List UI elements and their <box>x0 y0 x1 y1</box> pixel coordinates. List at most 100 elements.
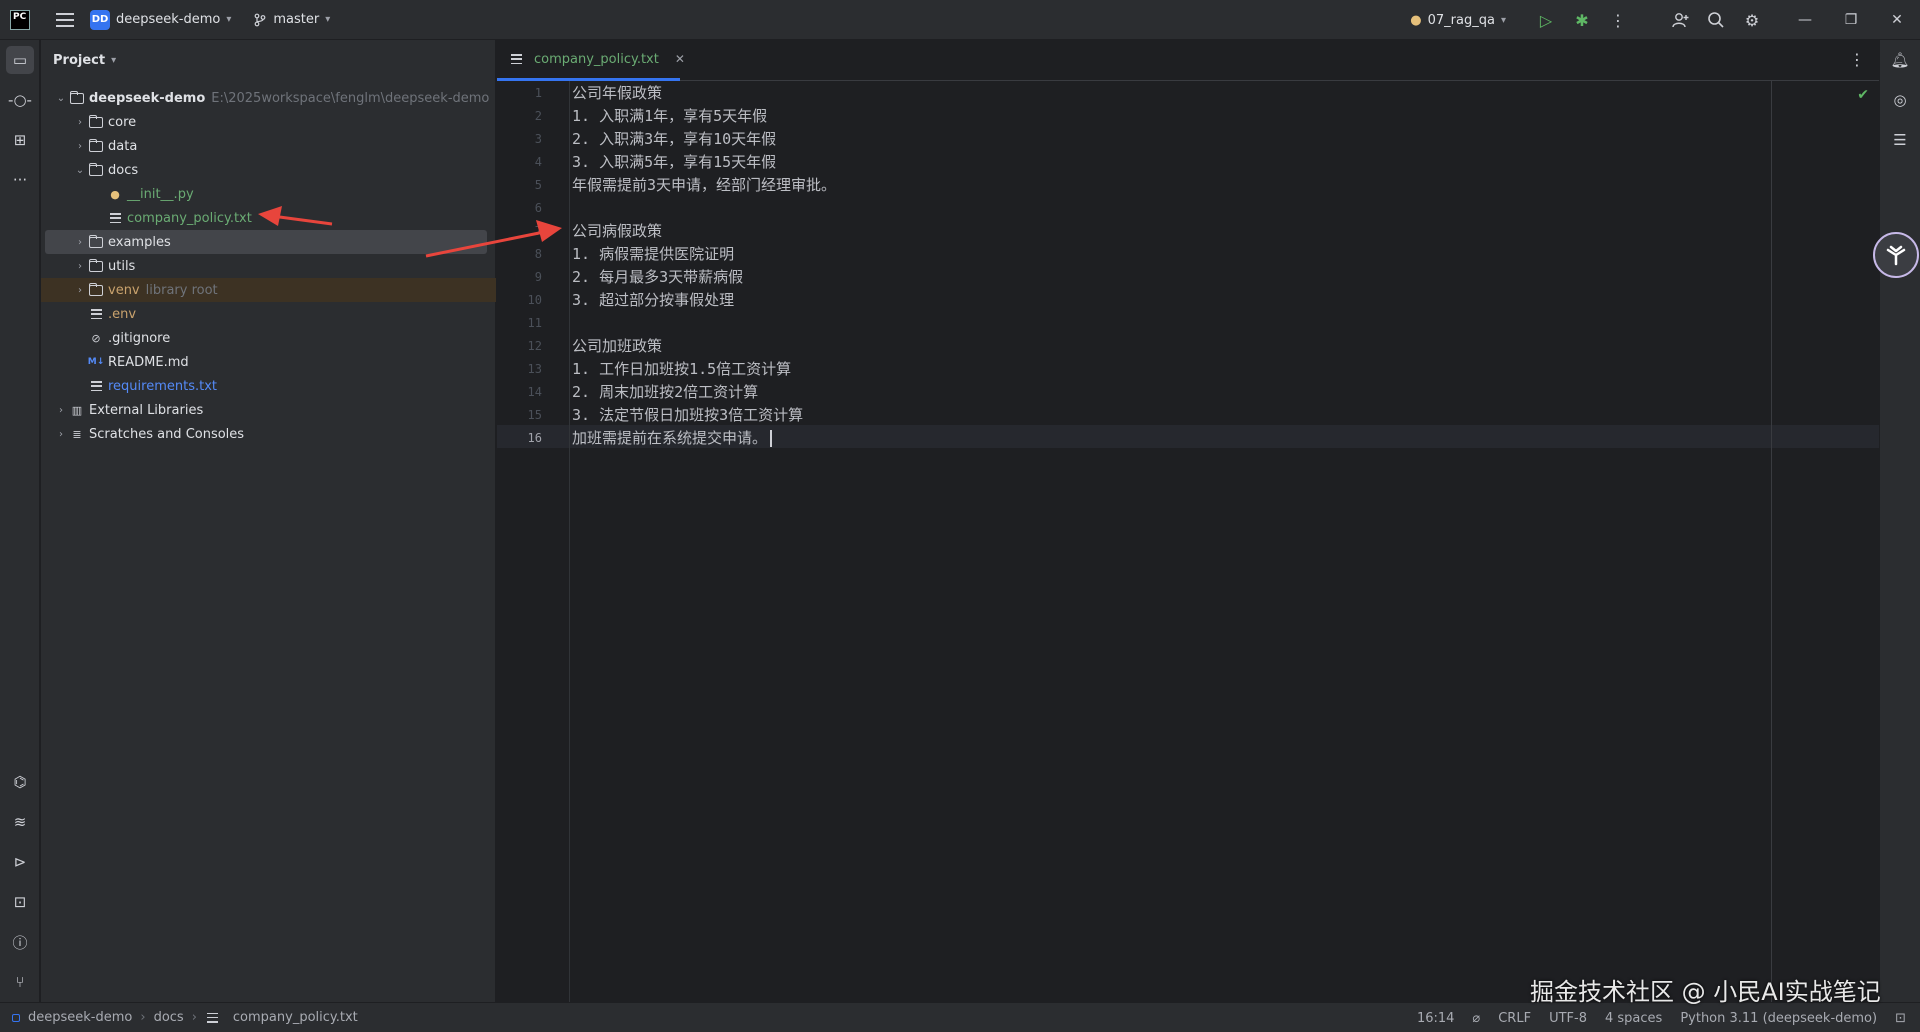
chevron-right-icon[interactable]: › <box>53 405 69 416</box>
chevron-right-icon[interactable]: › <box>72 261 88 272</box>
code-line[interactable]: 11 <box>497 311 1697 334</box>
project-switcher[interactable]: DD deepseek-demo ▾ <box>90 9 231 30</box>
debug-icon[interactable]: ✱ <box>1564 0 1600 40</box>
left-tool-stripe: ▭ -○- ⊞ ··· ⌬ ≋ ⊳ ⊡ ⓘ ⑂ <box>0 40 40 1002</box>
structure-tool-button[interactable]: ⊞ <box>0 120 40 160</box>
commit-tool-button[interactable]: -○- <box>0 80 40 120</box>
tree-item-core[interactable]: › core <box>41 110 496 134</box>
code-text: 加班需提前在系统提交申请。 <box>572 427 773 448</box>
project-panel-header[interactable]: Project ▾ <box>41 40 495 80</box>
code-line[interactable]: 15 3. 法定节假日加班按3倍工资计算 <box>497 403 1697 426</box>
code-line[interactable]: 8 1. 病假需提供医院证明 <box>497 242 1697 265</box>
code-line[interactable]: 10 3. 超过部分按事假处理 <box>497 288 1697 311</box>
bell-icon: 🔔︎ <box>1890 51 1910 69</box>
tree-item-deepseek-demo[interactable]: ⌄ deepseek-demo E:\2025workspace\fenglm\… <box>41 86 496 110</box>
database-button[interactable]: ☰ <box>1880 120 1920 160</box>
run-config-name: 07_rag_qa <box>1427 12 1495 28</box>
tree-item-utils[interactable]: › utils <box>41 254 496 278</box>
services-button[interactable]: ⊳ <box>0 842 40 882</box>
ai-assistant-button[interactable]: ◎ <box>1880 80 1920 120</box>
pycharm-logo-icon: PC <box>10 9 30 30</box>
python-console-button[interactable]: ⌬ <box>0 762 40 802</box>
chevron-down-icon[interactable]: ⌄ <box>72 165 88 176</box>
project-tool-button[interactable]: ▭ <box>0 40 40 80</box>
chevron-right-icon[interactable]: › <box>72 117 88 128</box>
close-tab-icon[interactable]: ✕ <box>675 52 685 66</box>
tree-item-gitignore[interactable]: ⊘ .gitignore <box>41 326 496 350</box>
tree-item-venv[interactable]: › venv library root <box>41 278 496 302</box>
breadcrumb-item[interactable]: docs <box>154 1010 184 1025</box>
line-separator[interactable]: CRLF <box>1498 1011 1531 1026</box>
no-problems-check-icon[interactable]: ✔ <box>1857 87 1869 103</box>
tree-item-env[interactable]: .env <box>41 302 496 326</box>
tree-item-scratches-and-consoles[interactable]: › ≣ Scratches and Consoles <box>41 422 496 446</box>
chevron-right-icon[interactable]: › <box>53 429 69 440</box>
search-icon[interactable] <box>1698 0 1734 40</box>
tab-company-policy-txt[interactable]: company_policy.txt ✕ <box>497 40 685 81</box>
code-line[interactable]: 2 1. 入职满1年，享有5天年假 <box>497 104 1697 127</box>
code-line[interactable]: 6 <box>497 196 1697 219</box>
minimize-window-button[interactable]: — <box>1782 0 1828 40</box>
breadcrumb-item[interactable]: company_policy.txt <box>233 1010 358 1025</box>
file-encoding[interactable]: UTF-8 <box>1549 1011 1587 1026</box>
breadcrumb-item[interactable]: deepseek-demo <box>28 1010 132 1025</box>
line-number: 9 <box>534 269 542 284</box>
code-editor[interactable]: 1 公司年假政策 2 1. 入职满1年，享有5天年假 3 2. 入职满3年，享有10天年假… <box>497 81 1879 1002</box>
code-line[interactable]: 9 2. 每月最多3天带薪病假 <box>497 265 1697 288</box>
more-tools-button[interactable]: ··· <box>0 160 40 200</box>
main-menu-icon[interactable] <box>56 12 74 27</box>
python-packages-button[interactable]: ≋ <box>0 802 40 842</box>
code-line[interactable]: 16 加班需提前在系统提交申请。 <box>497 426 1697 449</box>
code-line[interactable]: 13 1. 工作日加班按1.5倍工资计算 <box>497 357 1697 380</box>
tree-item-readme-md[interactable]: M↓ README.md <box>41 350 496 374</box>
folder-icon <box>88 282 104 297</box>
tree-item-init-py[interactable]: ● __init__.py <box>41 182 496 206</box>
close-window-button[interactable]: ✕ <box>1874 0 1920 40</box>
code-line[interactable]: 1 公司年假政策 <box>497 81 1697 104</box>
tree-item-requirements-txt[interactable]: requirements.txt <box>41 374 496 398</box>
tree-item-docs[interactable]: ⌄ docs <box>41 158 496 182</box>
run-icon[interactable]: ▷ <box>1528 0 1564 40</box>
chevron-down-icon: ▾ <box>325 14 331 25</box>
chevron-right-icon[interactable]: › <box>72 285 88 296</box>
more-actions-icon[interactable]: ⋮ <box>1600 0 1636 40</box>
branch-switcher[interactable]: master ▾ <box>253 12 330 27</box>
code-with-me-icon[interactable] <box>1662 0 1698 40</box>
run-config-selector[interactable]: ● 07_rag_qa ▾ <box>1410 13 1506 28</box>
tree-item-examples[interactable]: › examples <box>45 230 487 254</box>
chevron-down-icon: ▾ <box>1500 14 1506 26</box>
python-interpreter[interactable]: Python 3.11 (deepseek-demo) <box>1680 1011 1877 1026</box>
settings-gear-icon[interactable]: ⚙ <box>1734 0 1770 40</box>
tree-item-external-libraries[interactable]: › ▥ External Libraries <box>41 398 496 422</box>
version-control-button[interactable]: ⑂ <box>0 962 40 1002</box>
notifications-button[interactable]: 🔔︎ <box>1880 40 1920 80</box>
restore-window-button[interactable]: ❐ <box>1828 0 1874 40</box>
problems-button[interactable]: ⓘ <box>0 922 40 962</box>
chevron-right-icon[interactable]: › <box>72 237 88 248</box>
code-line[interactable]: 12 公司加班政策 <box>497 334 1697 357</box>
chevron-down-icon[interactable]: ⌄ <box>53 93 69 104</box>
chevron-right-icon[interactable]: › <box>72 141 88 152</box>
line-number: 11 <box>527 315 542 330</box>
tree-item-data[interactable]: › data <box>41 134 496 158</box>
tree-item-company-policy-txt[interactable]: company_policy.txt <box>41 206 496 230</box>
code-text: 1. 工作日加班按1.5倍工资计算 <box>572 360 792 378</box>
terminal-button[interactable]: ⊡ <box>0 882 40 922</box>
indent-setting[interactable]: 4 spaces <box>1605 1011 1662 1026</box>
tab-options-icon[interactable]: ⋮ <box>1849 50 1865 69</box>
panel-title: Project <box>53 52 106 68</box>
code-line[interactable]: 3 2. 入职满3年，享有10天年假 <box>497 127 1697 150</box>
tree-item-label: requirements.txt <box>108 378 218 394</box>
lock-icon[interactable]: ⊡ <box>1895 1011 1906 1026</box>
caret-position[interactable]: 16:14 <box>1417 1011 1454 1026</box>
tree-item-label: data <box>108 138 138 154</box>
tree-item-label: examples <box>108 234 171 250</box>
code-line[interactable]: 4 3. 入职满5年，享有15天年假 <box>497 150 1697 173</box>
folder-icon <box>88 162 104 177</box>
code-line[interactable]: 7 公司病假政策 <box>497 219 1697 242</box>
ai-assistant-floating-icon[interactable] <box>1873 232 1919 278</box>
ai-status-icon[interactable]: ⌀ <box>1472 1011 1480 1026</box>
line-number: 6 <box>534 200 542 215</box>
code-line[interactable]: 5 年假需提前3天申请，经部门经理审批。 <box>497 173 1697 196</box>
code-line[interactable]: 14 2. 周末加班按2倍工资计算 <box>497 380 1697 403</box>
